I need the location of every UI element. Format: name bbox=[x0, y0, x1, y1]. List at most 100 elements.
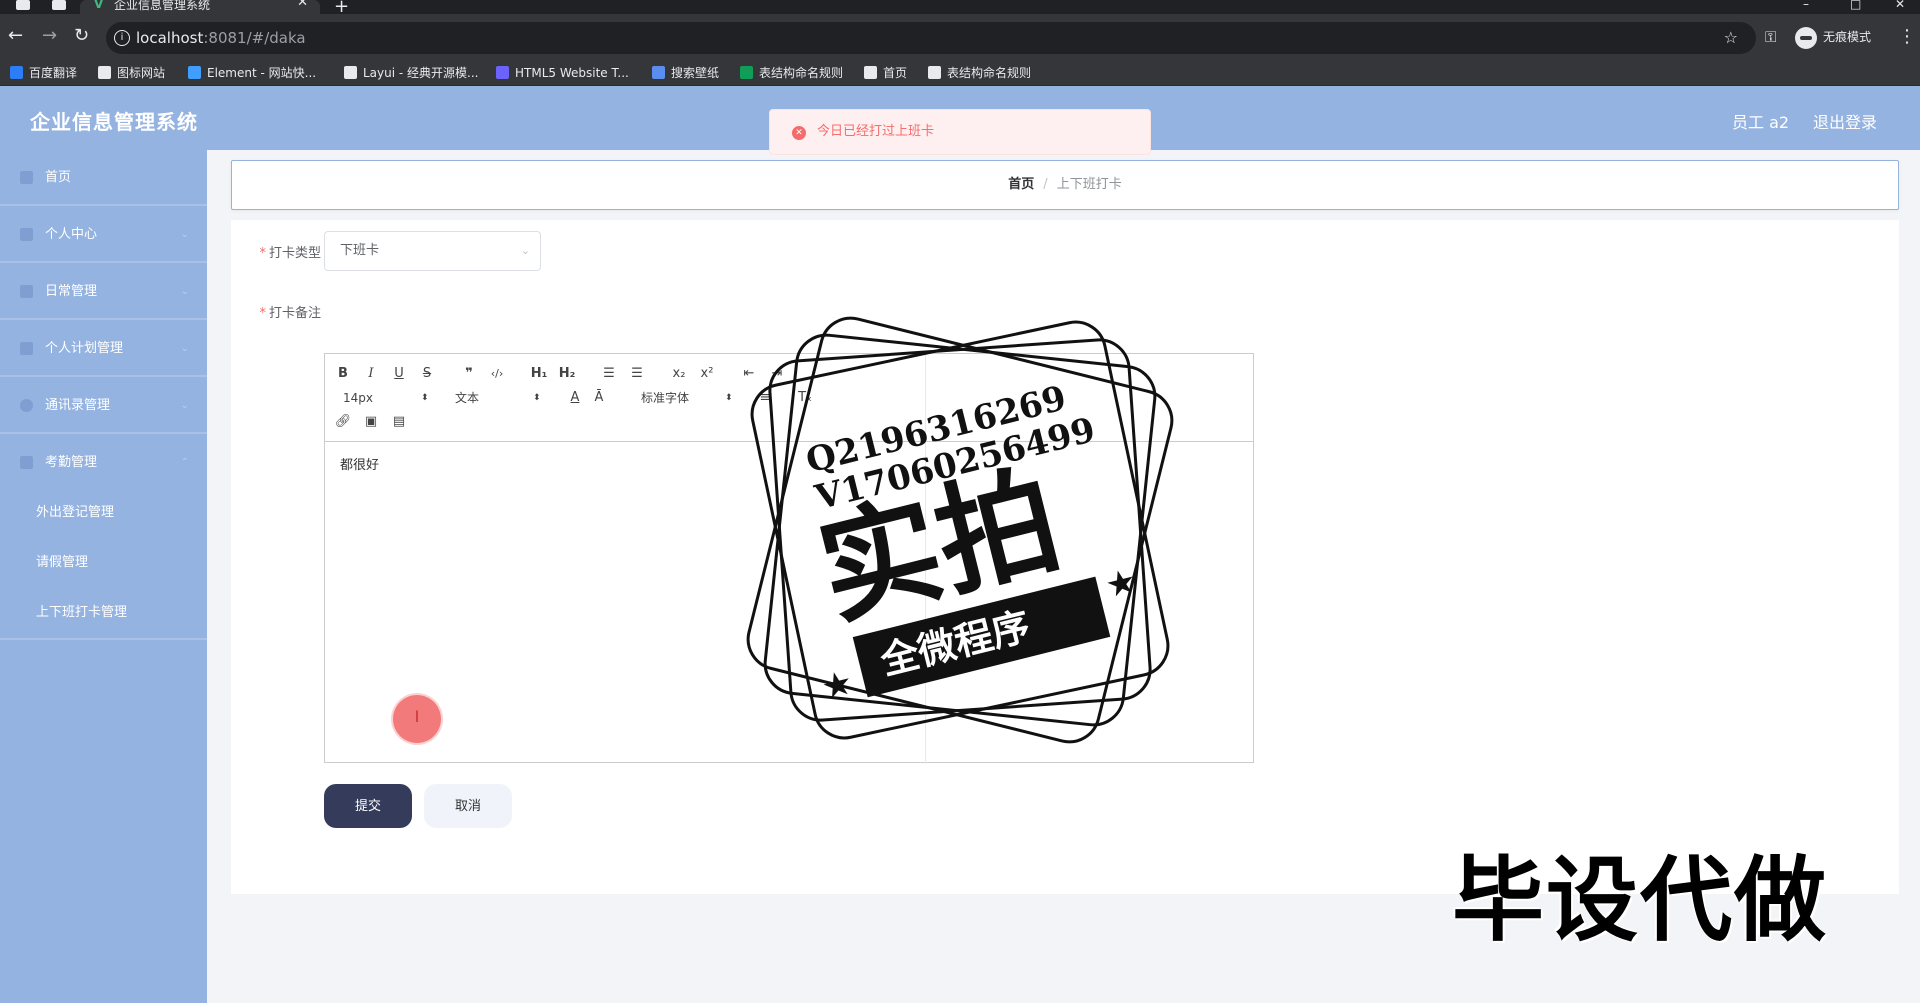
maximize-icon[interactable]: □ bbox=[1850, 0, 1861, 11]
site-info-icon[interactable]: i bbox=[114, 30, 130, 46]
bookmark-item[interactable]: Element - 网站快... bbox=[188, 65, 316, 81]
sidebar-item-plan[interactable]: 个人计划管理 ⌄ bbox=[0, 321, 207, 377]
link-icon[interactable]: 🔗︎ bbox=[333, 414, 353, 430]
sidebar-item-label: 个人中心 bbox=[45, 227, 98, 242]
sidebar-item-label: 考勤管理 bbox=[45, 455, 98, 470]
font-size-select[interactable]: 14px ⬍ bbox=[343, 390, 431, 406]
font-family-value: 标准字体 bbox=[641, 391, 690, 405]
bookmark-label: 首页 bbox=[883, 66, 908, 80]
sidebar-subitem-leave[interactable]: 请假管理 bbox=[0, 538, 207, 588]
key-icon[interactable]: ⚿ bbox=[1765, 28, 1776, 46]
underline-icon[interactable]: U bbox=[389, 366, 409, 382]
indent-icon[interactable]: ⇥ bbox=[767, 366, 787, 382]
submit-button[interactable]: 提交 bbox=[324, 784, 412, 828]
browser-tab-strip: V 企业信息管理系统 ✕ + – □ ✕ bbox=[0, 0, 1920, 14]
align-icon[interactable]: ≡ bbox=[755, 390, 775, 406]
bookmark-item[interactable]: 表结构命名规则 bbox=[928, 65, 1031, 81]
address-bar-row: ← → ↻ i localhost:8081/#/daka ☆ ⚿ 无痕模式 ⋮ bbox=[0, 14, 1920, 62]
font-color-icon[interactable]: A bbox=[565, 390, 585, 406]
header2-icon[interactable]: H₂ bbox=[557, 366, 577, 382]
italic-icon[interactable]: I bbox=[361, 366, 381, 382]
app-title: 企业信息管理系统 bbox=[30, 110, 198, 134]
forward-icon[interactable]: → bbox=[42, 26, 57, 46]
font-family-select[interactable]: 标准字体 ⬍ bbox=[641, 390, 735, 406]
required-mark: * bbox=[259, 246, 266, 261]
bookmark-favicon-icon bbox=[188, 66, 201, 79]
reload-icon[interactable]: ↻ bbox=[74, 26, 89, 46]
sidebar-divider bbox=[0, 638, 207, 640]
text-cursor-icon: I bbox=[414, 707, 420, 726]
url-input[interactable]: i localhost:8081/#/daka ☆ bbox=[106, 22, 1756, 54]
chevron-down-icon: ⌄ bbox=[180, 229, 189, 240]
editor-divider bbox=[925, 354, 926, 764]
bold-icon[interactable]: B bbox=[333, 366, 353, 382]
bookmark-favicon-icon bbox=[740, 66, 753, 79]
header1-icon[interactable]: H₁ bbox=[529, 366, 549, 382]
updown-icon: ⬍ bbox=[421, 393, 429, 403]
bookmark-item[interactable]: 图标网站 bbox=[98, 65, 165, 81]
tab-close-icon[interactable]: ✕ bbox=[297, 0, 308, 9]
sidebar-item-contacts[interactable]: 通讯录管理 ⌄ bbox=[0, 378, 207, 434]
clockin-form: * 打卡类型 下班卡 ⌄ * 打卡备注 B I U S ❞ ‹/› H₁ H₂ ☰ … bbox=[231, 220, 1899, 894]
logout-link[interactable]: 退出登录 bbox=[1813, 109, 1877, 133]
clear-format-icon[interactable]: Tₓ bbox=[795, 390, 815, 406]
bookmark-item[interactable]: 百度翻译 bbox=[10, 65, 77, 81]
browser-profile-icon[interactable] bbox=[16, 0, 30, 10]
incognito-indicator[interactable]: 无痕模式 bbox=[1795, 26, 1871, 49]
bookmark-item[interactable]: 搜索壁纸 bbox=[652, 65, 719, 81]
editor-content[interactable]: 都很好 bbox=[340, 454, 379, 473]
tab-search-icon[interactable] bbox=[52, 0, 66, 10]
video-icon[interactable]: ▤ bbox=[389, 414, 409, 430]
back-icon[interactable]: ← bbox=[8, 26, 23, 46]
bookmark-label: HTML5 Website T... bbox=[515, 66, 629, 80]
sidebar-item-home[interactable]: 首页 bbox=[0, 150, 207, 206]
bookmark-item[interactable]: 首页 bbox=[864, 65, 907, 81]
type-select[interactable]: 下班卡 ⌄ bbox=[324, 231, 541, 271]
incognito-icon bbox=[1795, 26, 1817, 49]
editor-toolbar: B I U S ❞ ‹/› H₁ H₂ ☰ ☰ x₂ x² ⇤ ⇥ 14px ⬍ … bbox=[325, 354, 1253, 442]
ordered-list-icon[interactable]: ☰ bbox=[599, 366, 619, 382]
new-tab-button[interactable]: + bbox=[334, 0, 349, 14]
bookmark-label: 图标网站 bbox=[117, 66, 166, 80]
main-content: 首页 / 上下班打卡 * 打卡类型 下班卡 ⌄ * 打卡备注 B I U S ❞ ‹/›… bbox=[207, 150, 1920, 1003]
toast-message: 今日已经打过上班卡 bbox=[817, 124, 935, 139]
breadcrumb-home[interactable]: 首页 bbox=[1008, 177, 1034, 192]
bookmark-item[interactable]: HTML5 Website T... bbox=[496, 65, 629, 81]
sidebar-item-personal-center[interactable]: 个人中心 ⌄ bbox=[0, 207, 207, 263]
sidebar-subitem-clockin[interactable]: 上下班打卡管理 bbox=[0, 588, 207, 638]
chevron-down-icon: ⌄ bbox=[180, 286, 189, 297]
image-icon[interactable]: ▣ bbox=[361, 414, 381, 430]
superscript-icon[interactable]: x² bbox=[697, 366, 717, 382]
window-close-icon[interactable]: ✕ bbox=[1895, 0, 1905, 11]
bookmark-favicon-icon bbox=[864, 66, 877, 79]
strike-icon[interactable]: S bbox=[417, 366, 437, 382]
subscript-icon[interactable]: x₂ bbox=[669, 366, 689, 382]
sidebar-item-attendance[interactable]: 考勤管理 ⌃ bbox=[0, 435, 207, 491]
block-format-select[interactable]: 文本 ⬍ bbox=[455, 390, 543, 406]
updown-icon: ⬍ bbox=[725, 393, 733, 403]
type-label-text: 打卡类型 bbox=[268, 246, 321, 261]
bookmark-item[interactable]: Layui - 经典开源模... bbox=[344, 65, 478, 81]
background-color-icon[interactable]: Ā bbox=[589, 390, 609, 406]
note-label: * 打卡备注 bbox=[231, 302, 321, 321]
bookmark-item[interactable]: 表结构命名规则 bbox=[740, 65, 843, 81]
cancel-button[interactable]: 取消 bbox=[424, 784, 512, 828]
sidebar-subitem-outing[interactable]: 外出登记管理 bbox=[0, 488, 207, 538]
error-circle-icon: ✕ bbox=[792, 126, 806, 140]
sidebar: 首页 个人中心 ⌄ 日常管理 ⌄ 个人计划管理 ⌄ 通讯录管理 ⌄ 考勤管理 ⌃… bbox=[0, 150, 207, 1003]
browser-menu-icon[interactable]: ⋮ bbox=[1898, 26, 1916, 47]
current-user-label: 员工 a2 bbox=[1732, 113, 1790, 132]
browser-tab-active[interactable]: V 企业信息管理系统 ✕ bbox=[80, 0, 320, 14]
bookmark-favicon-icon bbox=[652, 66, 665, 79]
code-block-icon[interactable]: ‹/› bbox=[487, 366, 507, 382]
blockquote-icon[interactable]: ❞ bbox=[459, 366, 479, 382]
breadcrumb-separator: / bbox=[1043, 177, 1048, 192]
bookmarks-bar: 百度翻译 图标网站 Element - 网站快... Layui - 经典开源模… bbox=[0, 62, 1920, 86]
bookmark-star-icon[interactable]: ☆ bbox=[1724, 22, 1738, 54]
outdent-icon[interactable]: ⇤ bbox=[739, 366, 759, 382]
sidebar-item-daily[interactable]: 日常管理 ⌄ bbox=[0, 264, 207, 320]
bookmark-favicon-icon bbox=[98, 66, 111, 79]
minimize-icon[interactable]: – bbox=[1803, 0, 1809, 11]
bullet-list-icon[interactable]: ☰ bbox=[627, 366, 647, 382]
sidebar-item-label: 通讯录管理 bbox=[45, 398, 111, 413]
